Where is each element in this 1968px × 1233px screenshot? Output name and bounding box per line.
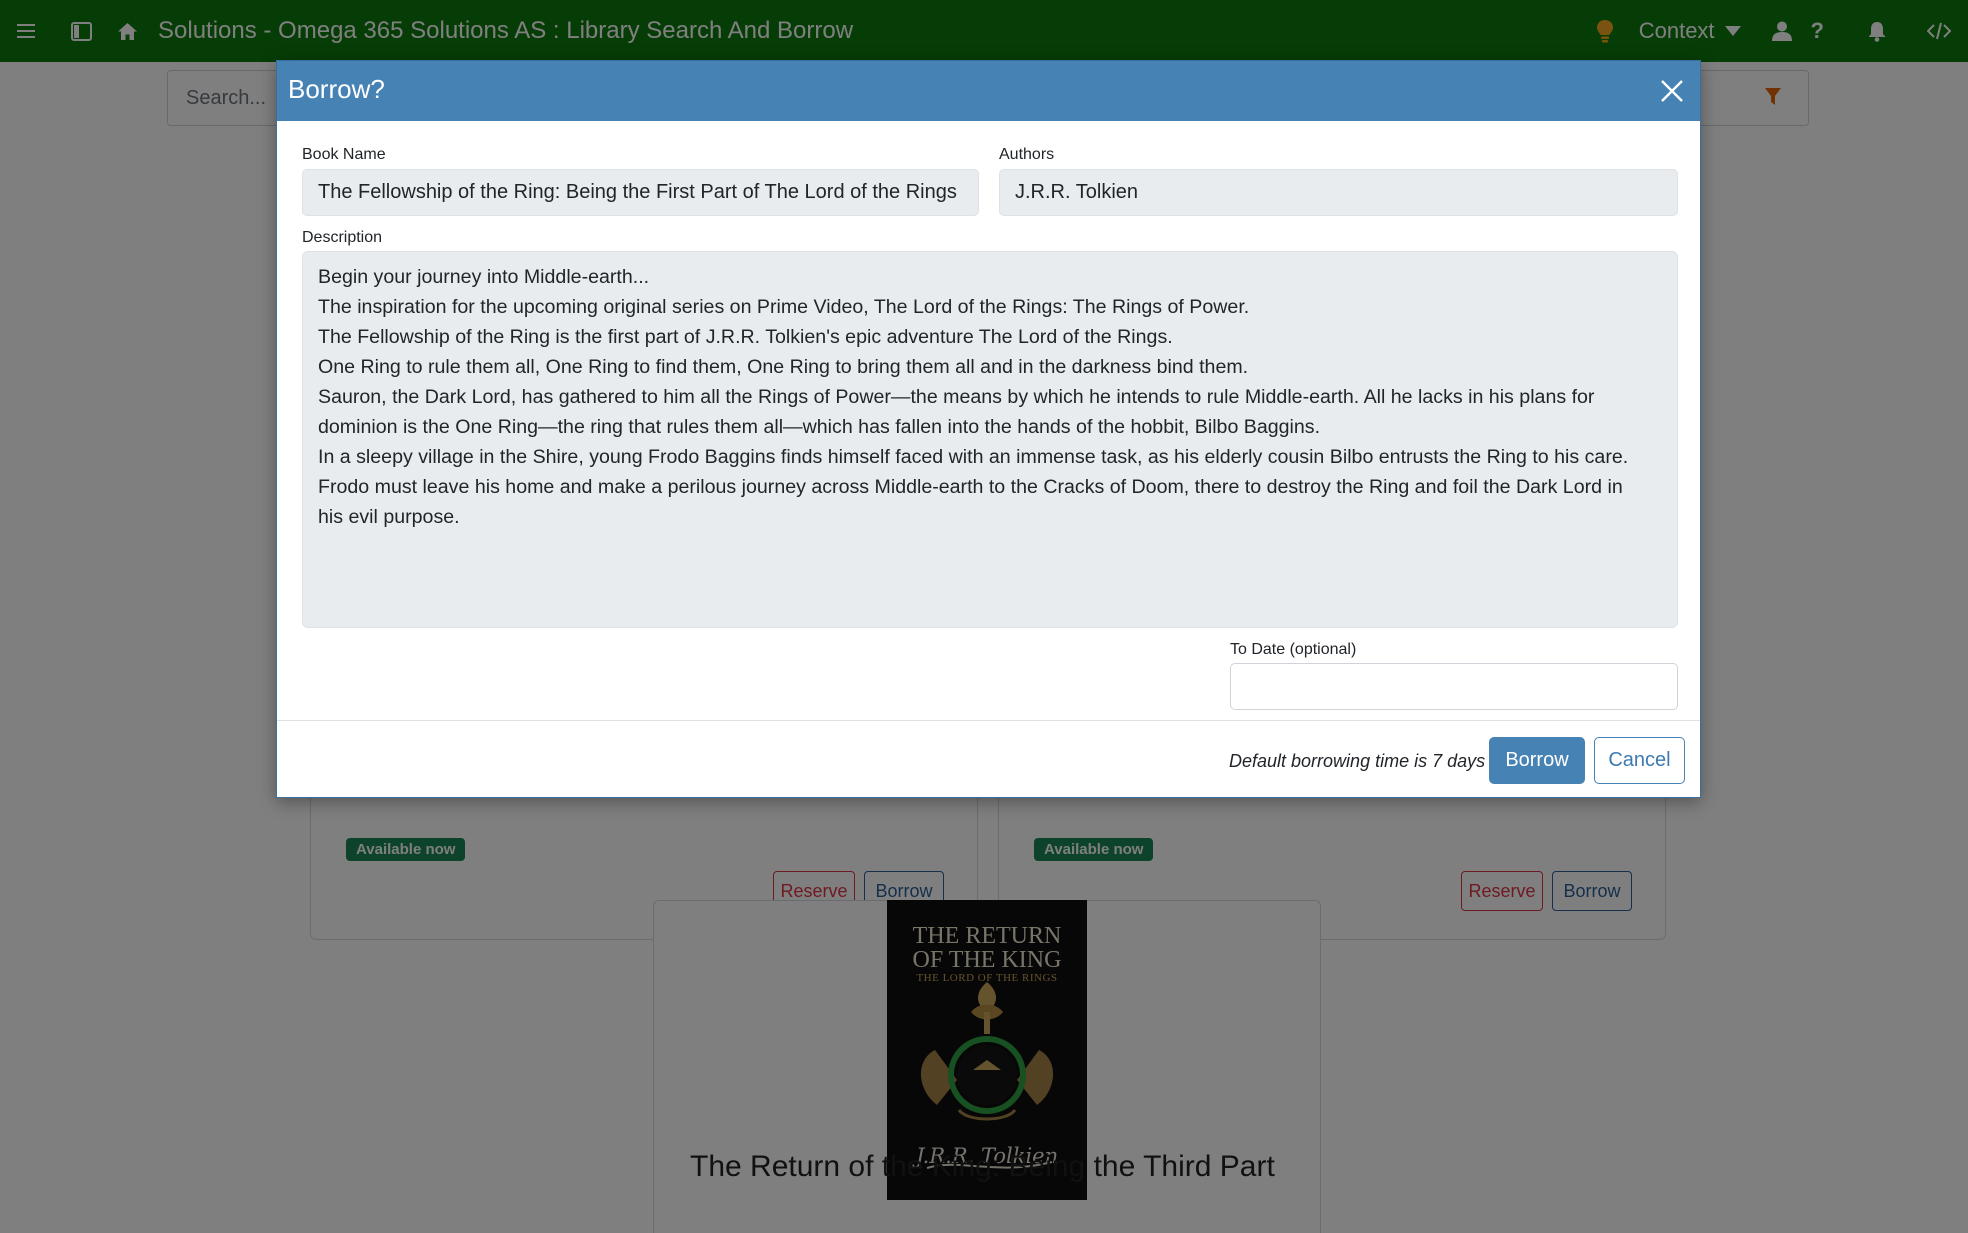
book-name-field[interactable]: The Fellowship of the Ring: Being the Fi… xyxy=(302,169,979,216)
description-field[interactable]: Begin your journey into Middle-earth... … xyxy=(302,251,1678,628)
description-line: One Ring to rule them all, One Ring to f… xyxy=(318,356,1249,378)
authors-field[interactable]: J.R.R. Tolkien xyxy=(999,169,1678,216)
description-line: In a sleepy village in the Shire, young … xyxy=(318,446,1629,468)
description-line: his evil purpose. xyxy=(318,506,460,528)
close-icon[interactable] xyxy=(1656,75,1688,107)
description-line: Frodo must leave his home and make a per… xyxy=(318,476,1623,498)
to-date-input[interactable] xyxy=(1230,663,1678,710)
description-line: dominion is the One Ring—the ring that r… xyxy=(318,416,1321,438)
description-line: Begin your journey into Middle-earth... xyxy=(318,266,650,288)
dialog-header: Borrow? xyxy=(277,61,1700,121)
description-line: Sauron, the Dark Lord, has gathered to h… xyxy=(318,386,1595,408)
description-line: The Fellowship of the Ring is the first … xyxy=(318,326,1173,348)
description-label: Description xyxy=(302,229,383,246)
dialog-title: Borrow? xyxy=(288,74,385,104)
borrowing-time-note: Default borrowing time is 7 days xyxy=(1229,751,1486,771)
borrow-dialog: Borrow? Book Name The Fellowship of the … xyxy=(276,60,1701,798)
description-line: The inspiration for the upcoming origina… xyxy=(318,296,1250,318)
borrow-confirm-button[interactable]: Borrow xyxy=(1489,737,1585,784)
book-name-label: Book Name xyxy=(302,146,386,163)
cancel-button[interactable]: Cancel xyxy=(1594,737,1685,784)
dialog-footer: Default borrowing time is 7 days Borrow … xyxy=(277,720,1700,799)
to-date-label: To Date (optional) xyxy=(1230,641,1357,658)
authors-label: Authors xyxy=(999,146,1055,163)
